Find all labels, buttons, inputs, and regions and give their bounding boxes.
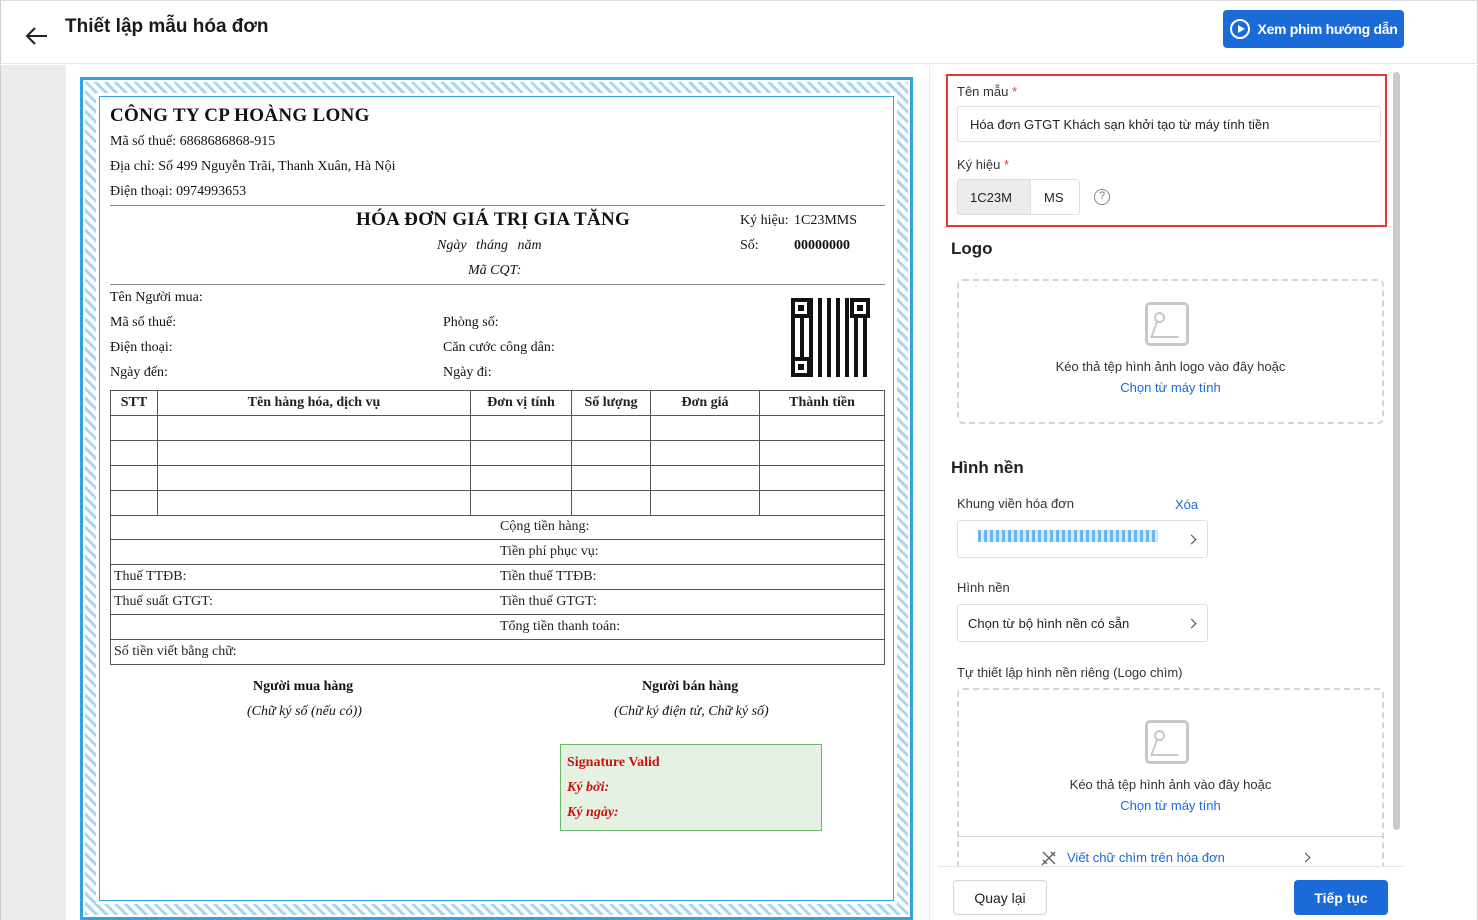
table-row	[110, 440, 885, 466]
watermark-text-label: Viết chữ chìm trên hóa đơn	[1067, 850, 1225, 865]
col-header: Số lượng	[571, 390, 651, 416]
divider	[110, 284, 885, 285]
vat-rate-label: Thuế suất GTGT:	[114, 594, 213, 609]
summary-row: Số tiền viết bằng chữ:	[110, 640, 885, 665]
table-row	[110, 490, 885, 516]
company-name: CÔNG TY CP HOÀNG LONG	[110, 105, 370, 126]
watch-tutorial-label: Xem phim hướng dẫn	[1257, 21, 1398, 37]
signature-valid: Signature Valid	[567, 755, 660, 770]
symbol-value: 1C23MMS	[794, 213, 858, 228]
frame-label: Khung viền hóa đơn	[957, 496, 1074, 511]
watermark-drop-text: Kéo thả tệp hình ảnh vào đây hoặc	[1069, 777, 1272, 792]
summary-row: Thuế TTĐB: Tiền thuế TTĐB:	[110, 565, 885, 590]
citizen-id-label: Căn cước công dân:	[443, 340, 555, 355]
pen-ruler-icon	[1041, 851, 1056, 866]
room-number-label: Phòng số:	[443, 315, 499, 330]
summary-row: Tiền phí phục vụ:	[110, 540, 885, 565]
invoice-title: HÓA ĐƠN GIÁ TRỊ GIA TĂNG	[356, 209, 631, 230]
symbol-prefix-value: 1C23M	[970, 190, 1012, 205]
seller-sign-note: (Chữ ký điện tử, Chữ ký số)	[614, 704, 769, 719]
col-header: Đơn vị tính	[470, 390, 572, 416]
amount-in-words-label: Số tiền viết bằng chữ:	[114, 644, 237, 659]
departure-date-label: Ngày đi:	[443, 365, 492, 380]
total-label: Tổng tiền thanh toán:	[500, 619, 621, 634]
table-row	[110, 415, 885, 441]
col-header: STT	[110, 390, 158, 416]
signed-by-label: Ký bởi:	[567, 780, 610, 795]
panel-scrollbar[interactable]	[1393, 72, 1400, 830]
top-bar: Thiết lập mẫu hóa đơn Xem phim hướng dẫn	[0, 0, 1478, 64]
template-name-input[interactable]: Hóa đơn GTGT Khách sạn khởi tạo từ máy t…	[957, 106, 1381, 142]
template-name-label: Tên mẫu *	[957, 84, 1017, 99]
watermark-text-link[interactable]: Viết chữ chìm trên hóa đơn	[1040, 849, 1350, 867]
number-label: Số:	[740, 238, 759, 253]
seller-sign-title: Người bán hàng	[642, 679, 739, 694]
signed-date-label: Ký ngày:	[567, 805, 619, 820]
symbol-suffix-input[interactable]: MS	[1030, 179, 1080, 215]
image-icon	[1145, 720, 1189, 764]
service-fee-label: Tiền phí phục vụ:	[500, 544, 599, 559]
required-mark: *	[1011, 84, 1017, 99]
watermark-choose-file-link[interactable]: Chọn từ máy tính	[959, 798, 1382, 813]
summary-row: Tổng tiền thanh toán:	[110, 615, 885, 640]
col-header: Đơn giá	[650, 390, 760, 416]
symbol-label: Ký hiệu:	[740, 213, 789, 228]
chevron-right-icon	[1186, 534, 1197, 545]
chevron-right-icon	[1186, 618, 1197, 629]
logo-dropzone[interactable]: Kéo thả tệp hình ảnh logo vào đây hoặc C…	[957, 279, 1384, 424]
logo-drop-text: Kéo thả tệp hình ảnh logo vào đây hoặc	[1055, 359, 1286, 374]
page-title: Thiết lập mẫu hóa đơn	[65, 16, 269, 37]
vat-amount-label: Tiền thuế GTGT:	[500, 594, 597, 609]
buyer-sign-note: (Chữ ký số (nếu có))	[247, 704, 362, 719]
help-icon[interactable]: ?	[1094, 189, 1110, 205]
number-value: 00000000	[794, 238, 850, 253]
symbol-field-label: Ký hiệu *	[957, 157, 1010, 172]
buyer-name-label: Tên Người mua:	[110, 290, 203, 305]
frame-delete-link[interactable]: Xóa	[1175, 497, 1198, 512]
frame-thumbnail	[978, 530, 1158, 542]
play-circle-icon	[1229, 19, 1250, 39]
buyer-phone-label: Điện thoại:	[110, 340, 173, 355]
seller-address: Địa chỉ: Số 499 Nguyễn Trãi, Thanh Xuân,…	[110, 159, 396, 174]
invoice-date: Ngày tháng năm	[437, 238, 542, 253]
background-heading: Hình nền	[951, 458, 1024, 477]
signature-box: Signature Valid Ký bởi: Ký ngày:	[560, 744, 822, 831]
logo-choose-file-link[interactable]: Chọn từ máy tính	[959, 380, 1382, 395]
continue-button[interactable]: Tiếp tục	[1294, 880, 1388, 915]
seller-phone: Điện thoại: 0974993653	[110, 184, 247, 199]
logo-heading: Logo	[951, 239, 993, 258]
buyer-sign-title: Người mua hàng	[253, 679, 354, 694]
col-header: Thành tiền	[759, 390, 885, 416]
watermark-label: Tự thiết lập hình nền riêng (Logo chìm)	[957, 665, 1183, 680]
symbol-suffix-value: MS	[1044, 190, 1064, 205]
table-row	[110, 465, 885, 491]
chevron-right-icon	[1300, 852, 1311, 863]
cqt-code: Mã CQT:	[468, 263, 522, 278]
qr-code-icon	[791, 298, 870, 377]
items-table: STT Tên hàng hóa, dịch vụ Đơn vị tính Số…	[110, 390, 885, 516]
divider	[959, 836, 1382, 837]
background-label: Hình nền	[957, 580, 1010, 595]
required-mark: *	[1004, 157, 1010, 172]
back-arrow-icon[interactable]	[25, 25, 49, 47]
col-header: Tên hàng hóa, dịch vụ	[157, 390, 471, 416]
summary-row: Thuế suất GTGT: Tiền thuế GTGT:	[110, 590, 885, 615]
outer-margin	[1403, 65, 1478, 920]
background-select[interactable]: Chọn từ bộ hình nền có sẵn	[957, 604, 1208, 642]
subtotal-label: Cộng tiền hàng:	[500, 519, 590, 534]
template-name-value: Hóa đơn GTGT Khách sạn khởi tạo từ máy t…	[970, 117, 1270, 132]
symbol-prefix-field: 1C23M	[957, 179, 1031, 215]
special-tax-label: Thuế TTĐB:	[114, 569, 187, 584]
arrival-date-label: Ngày đến:	[110, 365, 168, 380]
divider	[110, 205, 885, 206]
special-tax-amount-label: Tiền thuế TTĐB:	[500, 569, 597, 584]
background-select-value: Chọn từ bộ hình nền có sẵn	[968, 616, 1130, 631]
back-button[interactable]: Quay lại	[953, 880, 1047, 915]
watch-tutorial-button[interactable]: Xem phim hướng dẫn	[1223, 10, 1404, 48]
buyer-tax-label: Mã số thuế:	[110, 315, 177, 330]
seller-tax-code: Mã số thuế: 6868686868-915	[110, 134, 276, 149]
image-icon	[1145, 302, 1189, 346]
summary-row: Cộng tiền hàng:	[110, 515, 885, 540]
